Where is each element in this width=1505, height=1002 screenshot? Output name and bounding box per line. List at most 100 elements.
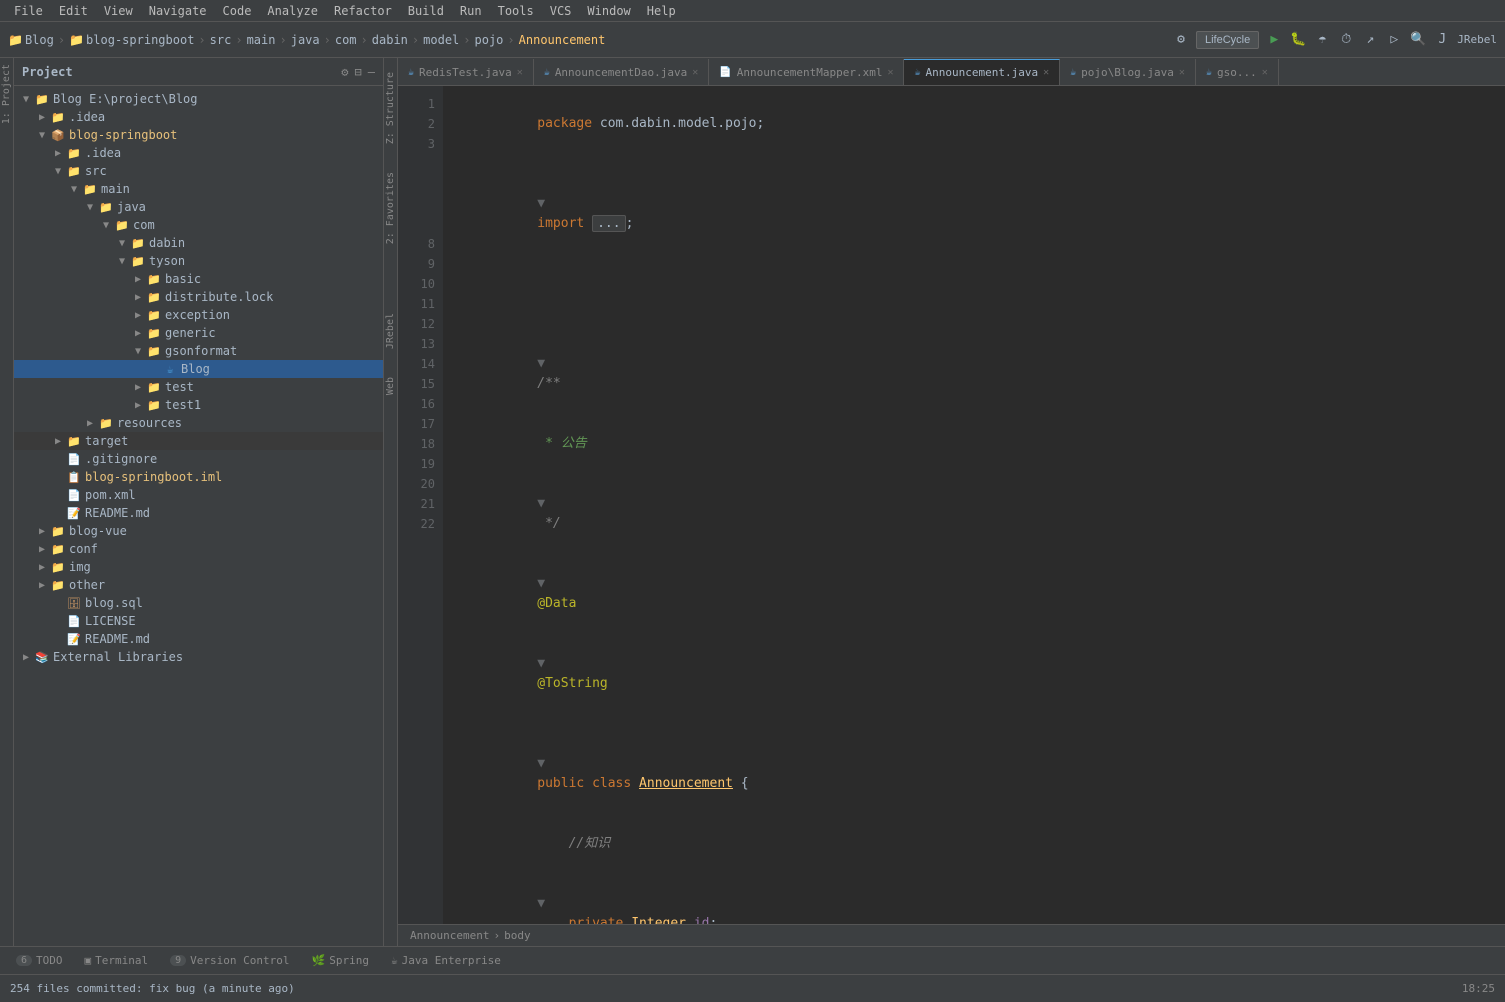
tree-item-readme1[interactable]: 📝 README.md [14, 504, 383, 522]
breadcrumb-blog[interactable]: 📁 [8, 33, 23, 47]
folder-icon-com: 📁 [114, 217, 130, 233]
coverage-icon[interactable]: ☂ [1313, 31, 1331, 49]
tree-item-readme2[interactable]: 📝 README.md [14, 630, 383, 648]
breadcrumb-src[interactable]: src [210, 33, 232, 47]
menu-analyze[interactable]: Analyze [259, 4, 326, 18]
breadcrumb-dabin[interactable]: dabin [372, 33, 408, 47]
tree-item-exception[interactable]: ▶ 📁 exception [14, 306, 383, 324]
tab-gso[interactable]: ☕ gso... ✕ [1196, 59, 1279, 85]
menu-run[interactable]: Run [452, 4, 490, 18]
menu-help[interactable]: Help [639, 4, 684, 18]
tab-announcement[interactable]: ☕ Announcement.java ✕ [904, 59, 1060, 85]
profile-icon[interactable]: ⏱ [1337, 31, 1355, 49]
lifecycle-button[interactable]: LifeCycle [1196, 31, 1259, 49]
tree-item-resources[interactable]: ▶ 📁 resources [14, 414, 383, 432]
tree-item-blogfile[interactable]: ☕ Blog [14, 360, 383, 378]
tab-terminal[interactable]: ▣ Terminal [75, 952, 159, 969]
menu-build[interactable]: Build [400, 4, 452, 18]
tree-item-idea2[interactable]: ▶ 📁 .idea [14, 144, 383, 162]
tree-item-tyson[interactable]: ▼ 📁 tyson [14, 252, 383, 270]
tree-item-img[interactable]: ▶ 📁 img [14, 558, 383, 576]
debug-icon[interactable]: 🐛 [1289, 31, 1307, 49]
folder-icon-blogvue: 📁 [50, 523, 66, 539]
jrebel-icon[interactable]: J [1433, 31, 1451, 49]
tree-item-idea1[interactable]: ▶ 📁 .idea [14, 108, 383, 126]
menu-file[interactable]: File [6, 4, 51, 18]
tree-item-external-libs[interactable]: ▶ 📚 External Libraries [14, 648, 383, 666]
tab-java-enterprise[interactable]: ☕ Java Enterprise [381, 952, 511, 969]
tab-close-mapper[interactable]: ✕ [887, 67, 893, 78]
tree-item-conf[interactable]: ▶ 📁 conf [14, 540, 383, 558]
tab-mapper[interactable]: 📄 AnnouncementMapper.xml ✕ [709, 59, 904, 85]
tab-redistest[interactable]: ☕ RedisTest.java ✕ [398, 59, 534, 85]
tree-item-main[interactable]: ▼ 📁 main [14, 180, 383, 198]
menu-code[interactable]: Code [215, 4, 260, 18]
breadcrumb-field: body [504, 929, 531, 942]
tab-close-gso[interactable]: ✕ [1262, 67, 1268, 78]
tab-close-dao[interactable]: ✕ [692, 67, 698, 78]
tab-spring[interactable]: 🌿 Spring [302, 952, 379, 969]
tree-item-other[interactable]: ▶ 📁 other [14, 576, 383, 594]
tree-item-com[interactable]: ▼ 📁 com [14, 216, 383, 234]
tab-pojoblog[interactable]: ☕ pojo\Blog.java ✕ [1060, 59, 1196, 85]
tree-item-dabin[interactable]: ▼ 📁 dabin [14, 234, 383, 252]
breadcrumb-com[interactable]: com [335, 33, 357, 47]
toolbar-icon-2[interactable]: 🔍 [1409, 31, 1427, 49]
tab-announcementdao[interactable]: ☕ AnnouncementDao.java ✕ [534, 59, 710, 85]
favorites-tab[interactable]: 2: Favorites [385, 168, 396, 248]
breadcrumb-java[interactable]: java [291, 33, 320, 47]
menu-refactor[interactable]: Refactor [326, 4, 400, 18]
breadcrumb-blog-label[interactable]: Blog [25, 33, 54, 47]
tree-item-generic[interactable]: ▶ 📁 generic [14, 324, 383, 342]
toolbar-icon-1[interactable]: ⚙ [1172, 31, 1190, 49]
menu-edit[interactable]: Edit [51, 4, 96, 18]
tree-item-license[interactable]: 📄 LICENSE [14, 612, 383, 630]
breadcrumb-pojo[interactable]: pojo [475, 33, 504, 47]
tree-item-blogsql[interactable]: 🗄 blog.sql [14, 594, 383, 612]
tree-item-test1[interactable]: ▶ 📁 test1 [14, 396, 383, 414]
jrebel-side-tab[interactable]: JRebel [385, 309, 396, 353]
tree-item-iml[interactable]: 📋 blog-springboot.iml [14, 468, 383, 486]
tree-label-pom: pom.xml [85, 488, 136, 502]
tab-todo[interactable]: 6 TODO [6, 952, 73, 969]
tree-item-src[interactable]: ▼ 📁 src [14, 162, 383, 180]
breadcrumb-springboot[interactable]: 📁 [69, 33, 84, 47]
tree-item-java[interactable]: ▼ 📁 java [14, 198, 383, 216]
menu-view[interactable]: View [96, 4, 141, 18]
breadcrumb-model[interactable]: model [423, 33, 459, 47]
project-close-icon[interactable]: — [368, 65, 375, 79]
web-tab[interactable]: Web [385, 373, 396, 399]
tree-item-gitignore[interactable]: 📄 .gitignore [14, 450, 383, 468]
tree-item-blogvue[interactable]: ▶ 📁 blog-vue [14, 522, 383, 540]
tree-item-basic[interactable]: ▶ 📁 basic [14, 270, 383, 288]
tab-close-announcement[interactable]: ✕ [1043, 67, 1049, 78]
code-line-8: ▼ /** [459, 334, 1505, 414]
tree-item-target[interactable]: ▶ 📁 target [14, 432, 383, 450]
tab-version-control[interactable]: 9 Version Control [160, 952, 299, 969]
menu-navigate[interactable]: Navigate [141, 4, 215, 18]
step-icon[interactable]: ↗ [1361, 31, 1379, 49]
tree-item-blog[interactable]: ▼ 📁 Blog E:\project\Blog [14, 90, 383, 108]
tree-item-distribute[interactable]: ▶ 📁 distribute.lock [14, 288, 383, 306]
run-icon[interactable]: ▶ [1265, 31, 1283, 49]
project-settings-icon[interactable]: ⚙ [341, 65, 348, 79]
breadcrumb-springboot-label[interactable]: blog-springboot [86, 33, 194, 47]
code-content[interactable]: package com.dabin.model.pojo; ▼ import .… [443, 86, 1505, 924]
tree-item-gsonformat[interactable]: ▼ 📁 gsonformat [14, 342, 383, 360]
toolbar-play2[interactable]: ▷ [1385, 31, 1403, 49]
breadcrumb-announcement[interactable]: Announcement [519, 33, 606, 47]
tree-item-springboot[interactable]: ▼ 📦 blog-springboot [14, 126, 383, 144]
tab-close-pojo[interactable]: ✕ [1179, 67, 1185, 78]
tree-label-main: main [101, 182, 130, 196]
breadcrumb-main[interactable]: main [247, 33, 276, 47]
tree-item-test[interactable]: ▶ 📁 test [14, 378, 383, 396]
project-tab-label[interactable]: 1: Project [0, 58, 13, 130]
menu-tools[interactable]: Tools [490, 4, 542, 18]
menu-window[interactable]: Window [579, 4, 638, 18]
status-bar: 254 files committed: fix bug (a minute a… [0, 974, 1505, 1002]
project-collapse-icon[interactable]: ⊟ [355, 65, 362, 79]
tab-close-redis[interactable]: ✕ [517, 67, 523, 78]
tree-item-pom[interactable]: 📄 pom.xml [14, 486, 383, 504]
structure-tab[interactable]: Z: Structure [385, 68, 396, 148]
menu-vcs[interactable]: VCS [542, 4, 580, 18]
